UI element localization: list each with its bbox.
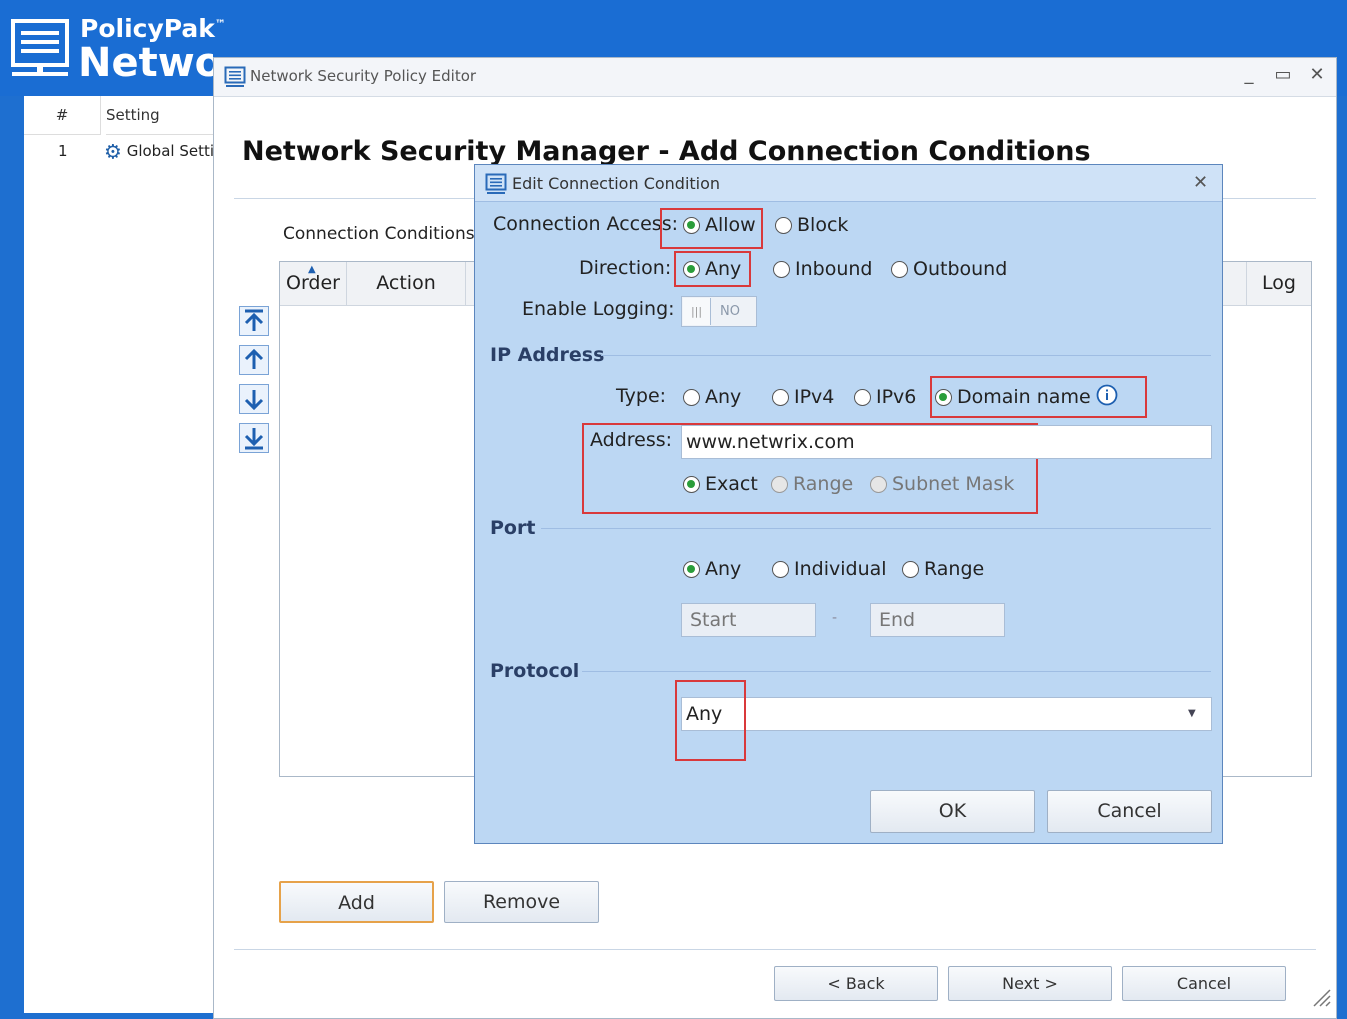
column-header-action[interactable]: Action <box>347 262 466 305</box>
radio-icon <box>854 388 871 406</box>
wizard-cancel-button[interactable]: Cancel <box>1122 966 1286 1001</box>
radio-selected-icon <box>683 260 700 278</box>
app-title: Network Security Manager <box>78 40 213 86</box>
ip-section-title: IP Address <box>490 344 605 366</box>
brand-name: PolicyPak™ <box>80 14 226 43</box>
column-header-number[interactable]: # <box>24 96 101 135</box>
move-top-button[interactable] <box>239 306 269 336</box>
radio-icon <box>772 388 789 406</box>
type-any-radio[interactable]: Any <box>683 386 741 408</box>
table-row[interactable]: ⚙ Global Settings <box>104 136 214 166</box>
radio-icon <box>683 388 700 406</box>
sort-asc-icon: ▲ <box>308 264 316 275</box>
add-button[interactable]: Add <box>279 881 434 923</box>
access-label: Connection Access: <box>493 213 678 235</box>
column-header-order[interactable]: ▲ Order <box>280 262 347 305</box>
protocol-section-title: Protocol <box>490 660 580 682</box>
type-ipv6-radio[interactable]: IPv6 <box>854 386 916 408</box>
gear-icon: ⚙ <box>104 139 122 164</box>
type-label: Type: <box>616 385 667 407</box>
row-number: 1 <box>58 142 68 160</box>
address-label: Address: <box>590 429 673 451</box>
toggle-handle: ||| <box>683 298 711 325</box>
port-dash: - <box>832 610 838 626</box>
column-header-setting[interactable]: Setting <box>106 96 216 135</box>
radio-disabled-icon <box>870 475 887 493</box>
move-bottom-button[interactable] <box>239 423 269 453</box>
port-individual-radio[interactable]: Individual <box>772 558 887 580</box>
conditions-label: Connection Conditions <box>283 224 475 244</box>
column-header-log[interactable]: Log <box>1246 262 1311 305</box>
port-start-input[interactable]: Start <box>681 603 816 637</box>
access-allow-radio[interactable]: Allow <box>683 214 756 236</box>
maximize-button[interactable]: ▭ <box>1270 64 1296 85</box>
minimize-button[interactable]: _ <box>1236 64 1262 85</box>
direction-inbound-radio[interactable]: Inbound <box>773 258 872 280</box>
row-setting-label: Global Settings <box>126 142 214 160</box>
page-title: Network Security Manager - Add Connectio… <box>242 136 1091 167</box>
direction-label: Direction: <box>579 257 672 279</box>
protocol-section-line <box>582 671 1211 672</box>
radio-icon <box>902 560 919 578</box>
radio-selected-icon <box>683 475 700 493</box>
protocol-select[interactable]: Any ▼ <box>681 697 1212 731</box>
back-button[interactable]: < Back <box>774 966 938 1001</box>
radio-selected-icon <box>683 216 700 234</box>
type-ipv4-radio[interactable]: IPv4 <box>772 386 834 408</box>
direction-outbound-radio[interactable]: Outbound <box>891 258 1007 280</box>
next-button[interactable]: Next > <box>948 966 1112 1001</box>
address-input[interactable]: www.netwrix.com <box>681 425 1212 459</box>
dialog-close-button[interactable]: ✕ <box>1193 172 1208 193</box>
dialog-app-icon <box>485 173 507 194</box>
arrow-down-icon <box>244 390 264 411</box>
arrow-top-icon <box>244 309 264 331</box>
move-down-button[interactable] <box>239 384 269 414</box>
ip-section-line <box>601 355 1211 356</box>
toggle-state: NO <box>720 304 740 319</box>
match-subnet-radio[interactable]: Subnet Mask <box>870 473 1014 495</box>
port-range-radio[interactable]: Range <box>902 558 984 580</box>
edit-condition-dialog: Edit Connection Condition ✕ Connection A… <box>474 164 1223 844</box>
logging-label: Enable Logging: <box>522 298 675 320</box>
arrow-bottom-icon <box>244 428 264 450</box>
cancel-button[interactable]: Cancel <box>1047 790 1212 833</box>
window-title: Network Security Policy Editor <box>250 67 477 85</box>
policypak-logo-icon <box>11 19 69 76</box>
settings-table: # Setting 1 ⚙ Global Settings <box>24 96 216 1013</box>
radio-icon <box>891 260 908 278</box>
logging-toggle[interactable]: ||| NO <box>681 296 757 327</box>
dialog-title: Edit Connection Condition <box>512 174 721 193</box>
ok-button[interactable]: OK <box>870 790 1035 833</box>
direction-any-radio[interactable]: Any <box>683 258 741 280</box>
port-end-input[interactable]: End <box>870 603 1005 637</box>
left-strip <box>0 96 24 1013</box>
radio-disabled-icon <box>771 475 788 493</box>
port-section-line <box>541 528 1211 529</box>
footer-divider <box>234 949 1316 950</box>
radio-icon <box>772 560 789 578</box>
port-any-radio[interactable]: Any <box>683 558 741 580</box>
editor-app-icon <box>224 66 246 87</box>
dialog-titlebar[interactable]: Edit Connection Condition ✕ <box>475 165 1222 202</box>
radio-icon <box>773 260 790 278</box>
port-section-title: Port <box>490 517 536 539</box>
resize-grip-icon[interactable] <box>1310 986 1332 1008</box>
move-up-button[interactable] <box>239 345 269 375</box>
close-button[interactable]: ✕ <box>1304 64 1330 85</box>
chevron-down-icon[interactable]: ▼ <box>1188 698 1196 730</box>
radio-icon <box>775 216 792 234</box>
match-range-radio[interactable]: Range <box>771 473 853 495</box>
arrow-up-icon <box>244 348 264 369</box>
radio-selected-icon <box>683 560 700 578</box>
match-exact-radio[interactable]: Exact <box>683 473 758 495</box>
info-icon[interactable] <box>1096 384 1118 406</box>
radio-selected-icon <box>935 388 952 406</box>
type-domain-radio[interactable]: Domain name <box>935 386 1091 408</box>
remove-button[interactable]: Remove <box>444 881 599 923</box>
window-titlebar[interactable]: Network Security Policy Editor _ ▭ ✕ <box>214 58 1336 97</box>
access-block-radio[interactable]: Block <box>775 214 848 236</box>
highlight-protocol <box>675 680 746 761</box>
